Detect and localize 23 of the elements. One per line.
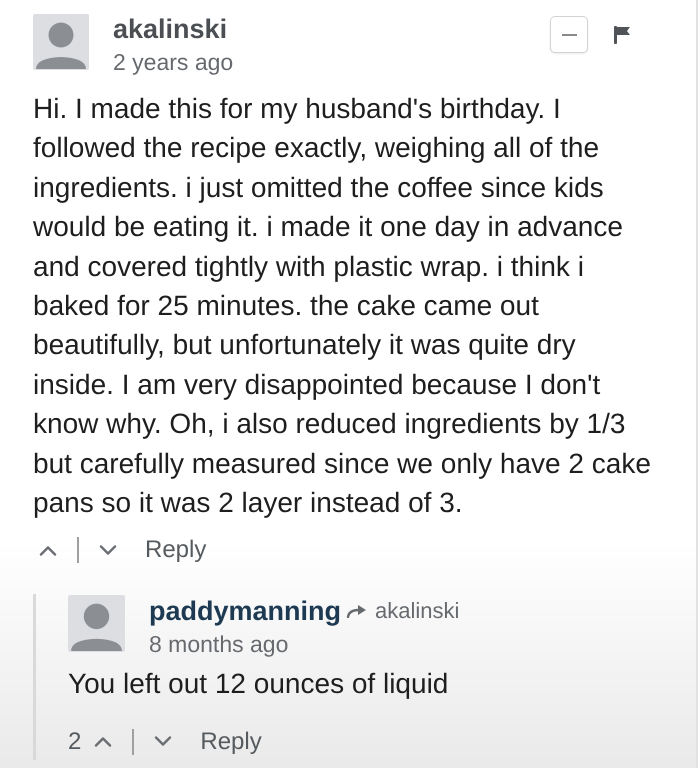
caret-down-icon [99,544,117,556]
reply-link[interactable]: Reply [200,726,262,757]
caret-up-icon [94,736,112,748]
arrow-right-icon [346,604,368,618]
comment-text: Hi. I made this for my husband's birthday. I followed the recipe exactly, weighing all of the ingredients. i just omitted the coffee since kids would be eating it. i made it one day in advance and covered tightly with plastic wrap. i think i baked for 25 minutes. the cake came out beautifully, but unfortunately it was quite dry inside. I am very disappointed because I don't know why. Oh, i also reduced ingredients by 1/3 but carefully measured since we only have 2 cake pans so it was 2 layer instead of 3. [33,92,651,520]
caret-up-icon [39,544,57,556]
reply-link[interactable]: Reply [145,535,206,566]
minus-icon [562,34,576,36]
downvote-button[interactable] [154,736,172,748]
collapse-button[interactable] [550,16,588,53]
upvote-button[interactable] [39,544,57,556]
comment-text: You left out 12 ounces of liquid [68,667,448,702]
upvote-button[interactable]: 2 [68,726,112,757]
comment-time: 2 years ago [113,48,234,76]
downvote-button[interactable] [99,544,117,556]
avatar-icon [33,14,89,70]
reply-to-name[interactable]: akalinski [375,594,460,628]
author-name[interactable]: paddymanning [149,594,342,628]
comment-time: 8 months ago [149,630,288,658]
avatar-icon [68,595,125,652]
flag-icon[interactable] [614,26,630,44]
caret-down-icon [154,736,172,748]
author-name[interactable]: akalinski [113,12,228,46]
